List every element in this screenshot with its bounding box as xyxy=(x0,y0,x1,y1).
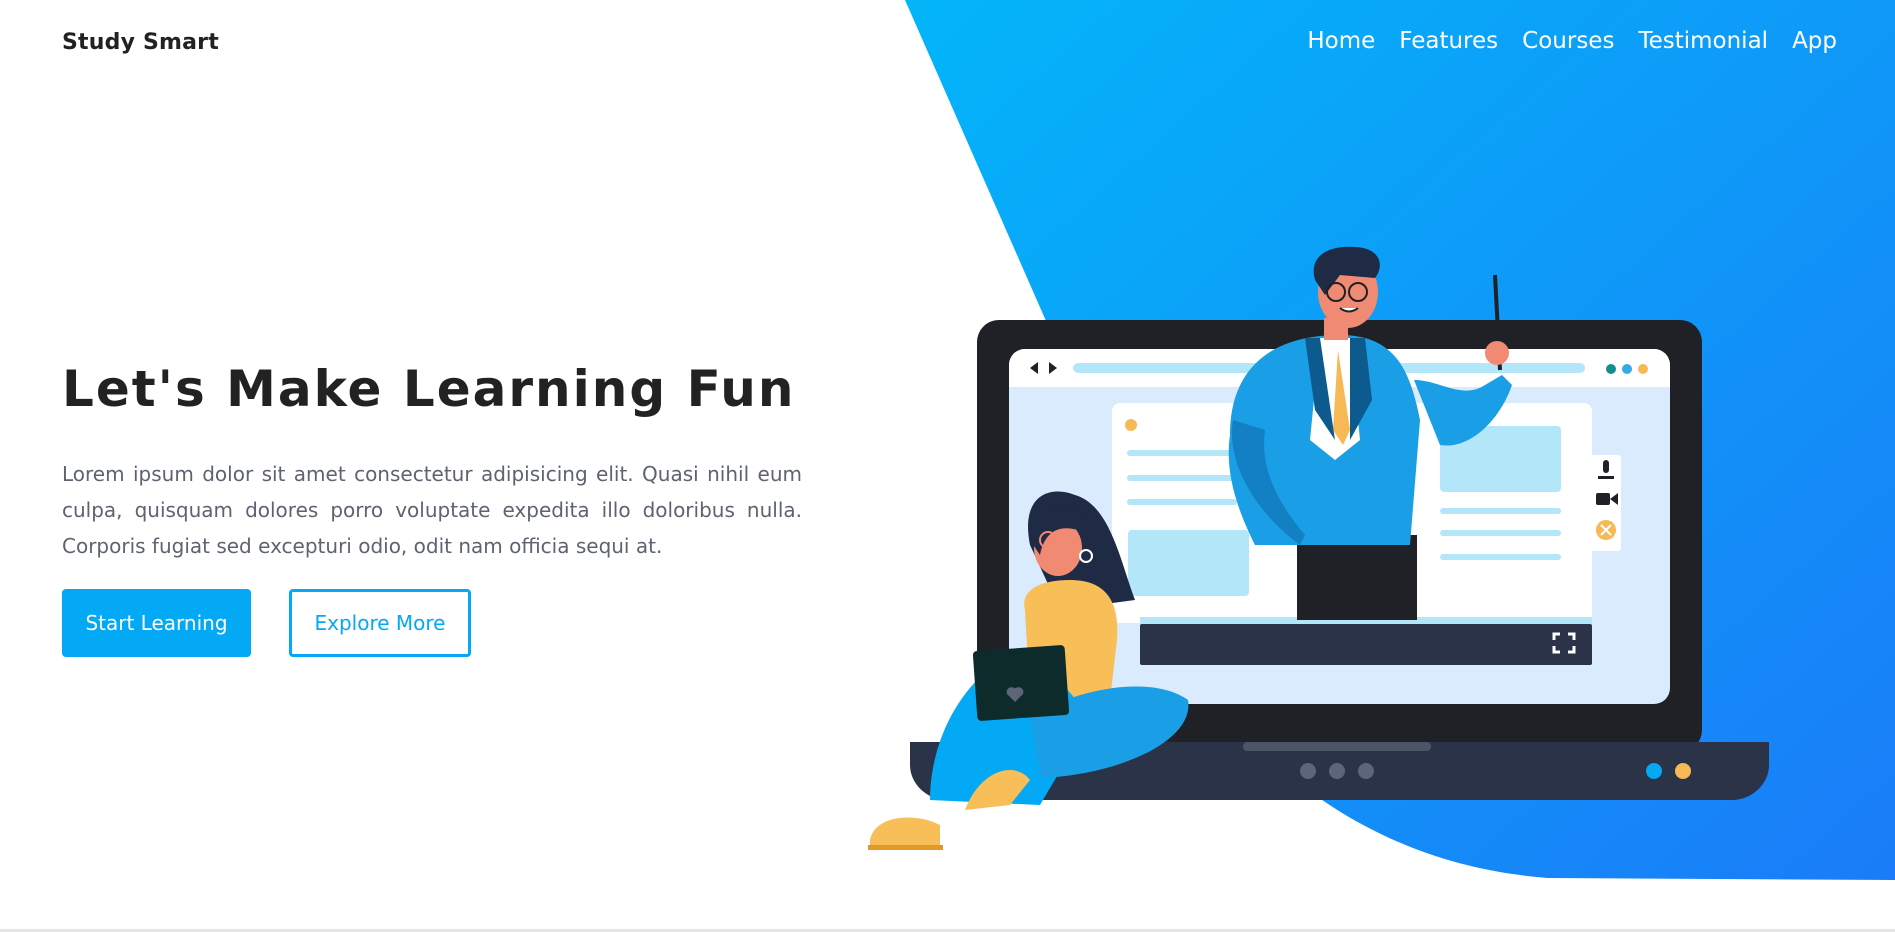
explore-more-button[interactable]: Explore More xyxy=(289,589,471,657)
hero-description: Lorem ipsum dolor sit amet consectetur a… xyxy=(62,462,802,558)
brand-logo[interactable]: Study Smart xyxy=(62,30,219,55)
nav-home[interactable]: Home xyxy=(1307,28,1375,54)
nav-testimonial[interactable]: Testimonial xyxy=(1638,28,1768,54)
nav-courses[interactable]: Courses xyxy=(1522,28,1614,54)
nav-features[interactable]: Features xyxy=(1399,28,1498,54)
nav-app[interactable]: App xyxy=(1792,28,1837,54)
main-nav: Home Features Courses Testimonial App xyxy=(1307,28,1837,54)
hero-title: Let's Make Learning Fun xyxy=(62,360,796,418)
start-learning-button[interactable]: Start Learning xyxy=(62,589,251,657)
landing-page: Study Smart Home Features Courses Testim… xyxy=(0,0,1895,932)
